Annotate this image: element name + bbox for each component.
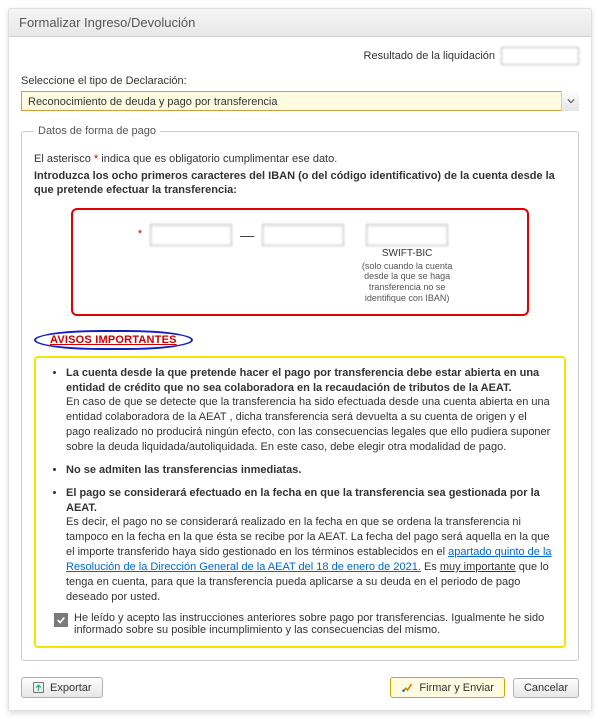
- required-note-pre: El asterisco: [34, 153, 94, 165]
- iban-box: * — SWIFT-BIC (solo cuando la cuenta des…: [71, 208, 529, 316]
- iban-required-asterisk: *: [138, 228, 142, 240]
- aviso-item-2: No se admiten las transferencias inmedia…: [66, 463, 552, 478]
- dialog-body: Resultado de la liquidación Seleccione e…: [9, 37, 591, 710]
- aviso-1-body: En caso de que se detecte que la transfe…: [66, 396, 550, 453]
- declaration-selected: Reconocimiento de deuda y pago por trans…: [21, 91, 579, 111]
- acknowledge-checkbox[interactable]: [54, 613, 68, 627]
- cancel-label: Cancelar: [524, 682, 568, 694]
- payment-fieldset: Datos de forma de pago El asterisco * in…: [21, 125, 579, 661]
- footer-right: Firmar y Enviar Cancelar: [390, 677, 579, 698]
- required-note: El asterisco * indica que es obligatorio…: [34, 153, 566, 165]
- cancel-button[interactable]: Cancelar: [513, 678, 579, 698]
- swift-label: SWIFT-BIC: [382, 248, 433, 259]
- avisos-heading-highlight: AVISOS IMPORTANTES: [34, 330, 193, 350]
- result-label: Resultado de la liquidación: [364, 50, 495, 62]
- dialog-window: Formalizar Ingreso/Devolución Resultado …: [8, 8, 592, 711]
- footer: Exportar Firmar y Enviar Cancelar: [21, 675, 579, 700]
- export-button[interactable]: Exportar: [21, 677, 103, 698]
- dialog-title: Formalizar Ingreso/Devolución: [9, 9, 591, 37]
- export-label: Exportar: [50, 682, 92, 694]
- required-note-post: indica que es obligatorio cumplimentar e…: [98, 153, 337, 165]
- sign-send-label: Firmar y Enviar: [419, 682, 494, 694]
- acknowledge-text: He leído y acepto las instrucciones ante…: [74, 612, 552, 636]
- iban-dash: —: [240, 227, 254, 243]
- iban-col-1: [150, 224, 232, 246]
- aviso-1-lead: La cuenta desde la que pretende hacer el…: [66, 367, 539, 394]
- avisos-box: La cuenta desde la que pretende hacer el…: [34, 356, 566, 649]
- acknowledge-row: He leído y acepto las instrucciones ante…: [48, 612, 552, 636]
- declaration-label: Seleccione el tipo de Declaración:: [21, 75, 579, 87]
- iban-input-2[interactable]: [262, 224, 344, 246]
- aviso-2-lead: No se admiten las transferencias inmedia…: [66, 464, 301, 476]
- avisos-heading: AVISOS IMPORTANTES: [50, 334, 177, 346]
- aviso-item-3: El pago se considerará efectuado en la f…: [66, 486, 552, 605]
- aviso-3-lead: El pago se considerará efectuado en la f…: [66, 487, 540, 514]
- payment-legend: Datos de forma de pago: [34, 125, 160, 137]
- sign-send-button[interactable]: Firmar y Enviar: [390, 677, 505, 698]
- swift-input[interactable]: [366, 224, 448, 246]
- aviso-item-1: La cuenta desde la que pretende hacer el…: [66, 366, 552, 455]
- iban-col-2: [262, 224, 344, 246]
- iban-intro: Introduzca los ocho primeros caracteres …: [34, 169, 566, 198]
- iban-input-1[interactable]: [150, 224, 232, 246]
- export-icon: [32, 681, 45, 694]
- result-value-input[interactable]: [501, 47, 579, 65]
- declaration-select[interactable]: Reconocimiento de deuda y pago por trans…: [21, 91, 579, 111]
- swift-col: SWIFT-BIC (solo cuando la cuenta desde l…: [352, 224, 462, 304]
- sign-icon: [401, 681, 414, 694]
- chevron-down-icon: [561, 91, 579, 111]
- swift-note: (solo cuando la cuenta desde la que se h…: [352, 261, 462, 304]
- result-row: Resultado de la liquidación: [21, 47, 579, 65]
- avisos-list: La cuenta desde la que pretende hacer el…: [48, 366, 552, 605]
